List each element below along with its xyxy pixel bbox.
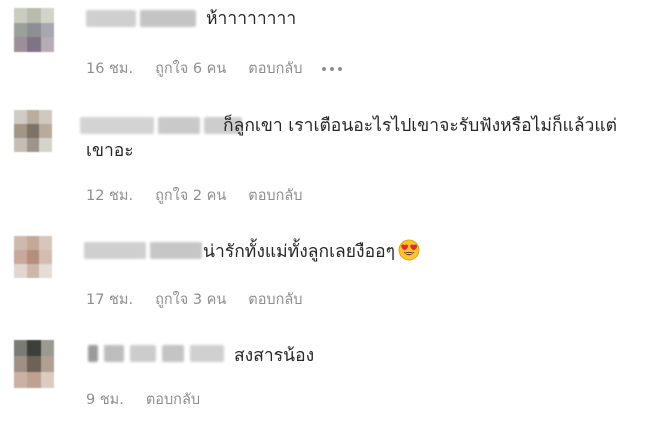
- heart-eyes-emoji: [398, 239, 420, 261]
- comment-time: 12 ชม.: [86, 188, 134, 204]
- comment-meta: 17 ชม. ถูกใจ 3 คน ตอบกลับ: [86, 288, 302, 311]
- comment-meta: 9 ชม. ตอบกลับ: [86, 388, 200, 411]
- avatar[interactable]: [14, 236, 52, 278]
- comment-meta: 12 ชม. ถูกใจ 2 คน ตอบกลับ: [86, 184, 302, 207]
- reply-button[interactable]: ตอบกลับ: [146, 388, 200, 411]
- comment-time: 17 ชม.: [86, 292, 134, 308]
- username-blurred[interactable]: [80, 117, 242, 134]
- comment-meta: 16 ชม. ถูกใจ 6 คน ตอบกลับ: [86, 57, 343, 80]
- like-count[interactable]: ถูกใจ 3 คน: [155, 288, 226, 311]
- avatar[interactable]: [14, 110, 52, 152]
- comment-time: 16 ชม.: [86, 61, 134, 77]
- comment-text: ก็ลูกเขา เราเตือนอะไรไปเขาจะรับฟังหรือไม…: [223, 116, 618, 136]
- more-options-icon[interactable]: [322, 66, 343, 71]
- comment-time: 9 ชม.: [86, 392, 124, 408]
- avatar[interactable]: [14, 340, 54, 388]
- like-count[interactable]: ถูกใจ 2 คน: [155, 184, 226, 207]
- reply-button[interactable]: ตอบกลับ: [248, 288, 302, 311]
- username-blurred[interactable]: [88, 345, 224, 362]
- username-blurred[interactable]: [84, 242, 202, 259]
- comment-text-content: น่ารักทั้งแม่ทั้งลูกเลยงืออๆ: [203, 242, 396, 262]
- comment-text-line-2: เขาอะ: [86, 141, 134, 161]
- reply-button[interactable]: ตอบกลับ: [248, 184, 302, 207]
- comment-text: ห้าาาาาาาา: [206, 9, 297, 29]
- reply-button[interactable]: ตอบกลับ: [248, 57, 302, 80]
- comment-text: น่ารักทั้งแม่ทั้งลูกเลยงืออๆ: [203, 237, 420, 267]
- comment-text: สงสารน้อง: [234, 346, 315, 366]
- avatar[interactable]: [14, 8, 54, 52]
- like-count[interactable]: ถูกใจ 6 คน: [155, 57, 226, 80]
- username-blurred[interactable]: [86, 10, 196, 27]
